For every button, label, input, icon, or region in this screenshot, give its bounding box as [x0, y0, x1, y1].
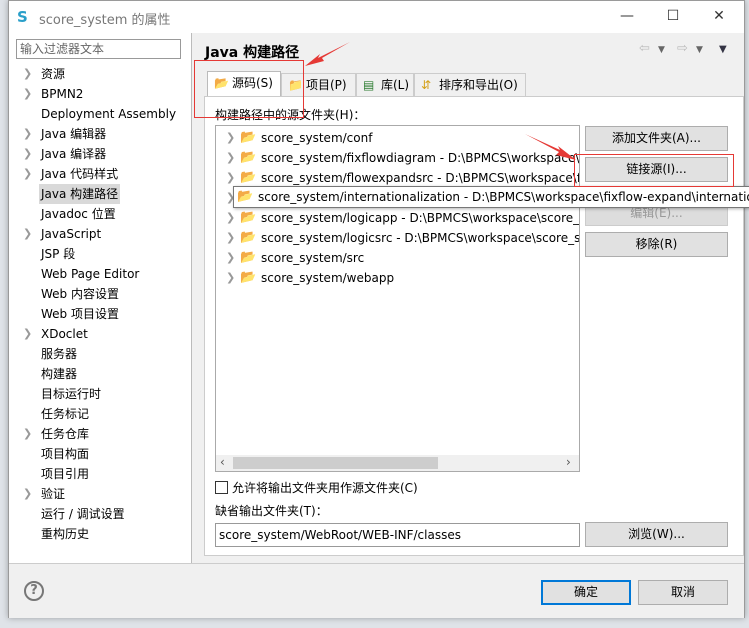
- annotation-arrow: [305, 42, 350, 66]
- annotation-arrow: [525, 134, 576, 160]
- annotation-arrows: [305, 42, 576, 160]
